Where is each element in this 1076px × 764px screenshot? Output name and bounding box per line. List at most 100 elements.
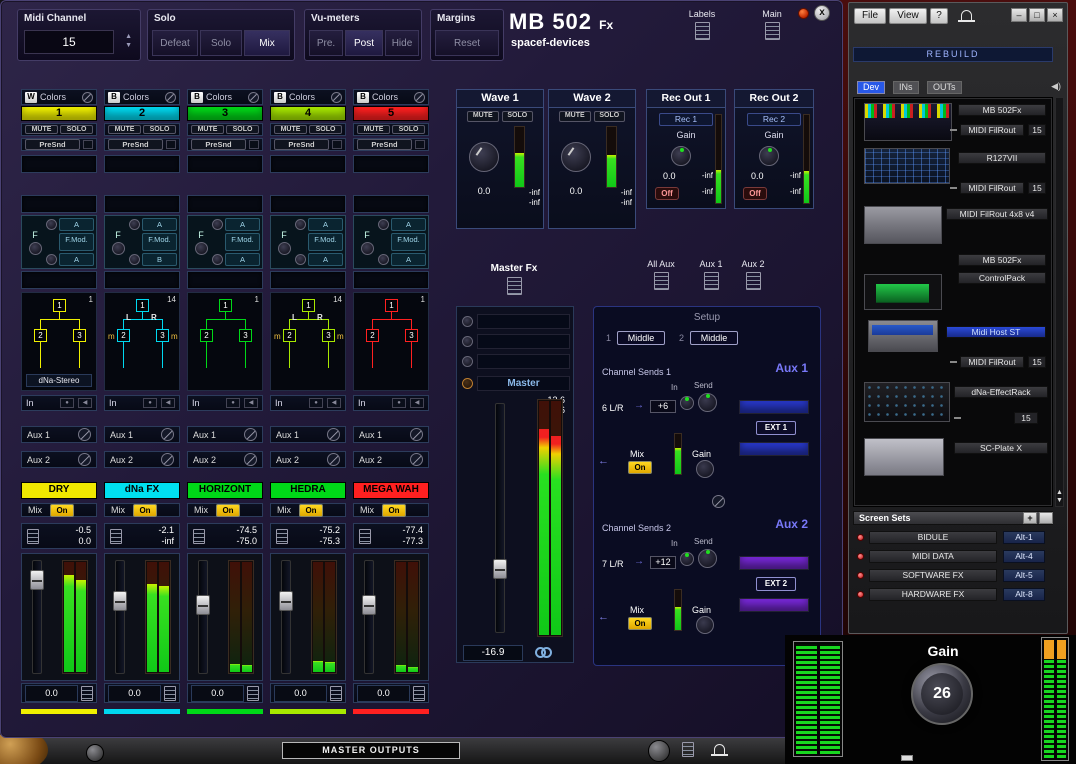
mute-button[interactable]: MUTE xyxy=(108,125,141,134)
fmod-button[interactable]: F.Mod. xyxy=(142,233,177,251)
mute-button[interactable]: MUTE xyxy=(559,111,591,122)
master-outputs-label[interactable]: MASTER OUTPUTS xyxy=(282,742,460,759)
presend-button[interactable]: PreSnd xyxy=(191,139,246,150)
insert-slot[interactable] xyxy=(187,155,263,173)
send-knob[interactable] xyxy=(698,549,717,568)
vu-pre-button[interactable]: Pre. xyxy=(309,30,343,56)
document-icon[interactable] xyxy=(110,529,122,544)
rec1-gain-knob[interactable] xyxy=(671,146,691,166)
channel-number[interactable]: 1 xyxy=(21,106,97,121)
amp-knob[interactable] xyxy=(129,254,140,265)
device-label[interactable]: MIDI FilRout xyxy=(960,182,1024,194)
labels-doc-icon[interactable] xyxy=(695,22,710,40)
amp-button[interactable]: A xyxy=(391,218,426,231)
route-node-1[interactable]: 1 xyxy=(53,299,66,312)
presend-button[interactable]: PreSnd xyxy=(274,139,329,150)
amp-knob[interactable] xyxy=(46,219,57,230)
close-icon[interactable]: x xyxy=(814,5,830,21)
margins-reset-button[interactable]: Reset xyxy=(435,30,499,56)
channel-number[interactable]: 5 xyxy=(353,106,429,121)
close-icon[interactable]: × xyxy=(1047,8,1063,22)
solo-button[interactable]: SOLO xyxy=(226,125,259,134)
help-menu-button[interactable]: ? xyxy=(930,8,948,24)
maximize-icon[interactable]: □ xyxy=(1029,8,1045,22)
tab-dev[interactable]: Dev xyxy=(857,81,885,94)
ext2-button[interactable]: EXT 2 xyxy=(756,577,796,591)
amp-button[interactable]: A xyxy=(308,218,343,231)
device-thumbnail[interactable] xyxy=(868,320,938,352)
device-thumbnail[interactable] xyxy=(864,274,942,310)
amp-knob[interactable] xyxy=(212,254,223,265)
aux2-knob[interactable] xyxy=(244,453,257,466)
insert-slot[interactable] xyxy=(477,354,570,369)
fader-track[interactable] xyxy=(115,560,125,674)
color-mode-badge[interactable]: B xyxy=(357,92,369,103)
gain-knob[interactable] xyxy=(696,616,714,634)
route-node-3[interactable]: 3 xyxy=(156,329,169,342)
window-menu-dot-icon[interactable] xyxy=(798,8,809,19)
aux-bus-bar[interactable] xyxy=(739,442,809,456)
bell-icon[interactable] xyxy=(714,744,725,754)
filter-knob[interactable] xyxy=(361,242,374,255)
wave1-volume-knob[interactable] xyxy=(469,142,499,172)
fmod-button[interactable]: F.Mod. xyxy=(59,233,94,251)
mix-on-toggle[interactable]: On xyxy=(216,504,240,517)
channel-name[interactable]: HORIZONT xyxy=(187,482,263,499)
amp-button[interactable]: A xyxy=(59,218,94,231)
color-mode-badge[interactable]: B xyxy=(191,92,203,103)
presend-button[interactable]: PreSnd xyxy=(357,139,412,150)
scroll-arrows-icon[interactable]: ▲▼ xyxy=(1055,489,1064,505)
channel-name[interactable]: DRY xyxy=(21,482,97,499)
amp-knob[interactable] xyxy=(129,219,140,230)
insert-knob[interactable] xyxy=(462,316,473,327)
device-label[interactable]: MIDI FilRout xyxy=(960,124,1024,136)
aux1-doc-icon[interactable] xyxy=(704,272,719,290)
disable-icon[interactable] xyxy=(82,92,93,103)
amp-button[interactable]: A xyxy=(391,253,426,266)
vu-hide-button[interactable]: Hide xyxy=(385,30,419,56)
screen-set-hardware-fx[interactable]: HARDWARE FX xyxy=(869,588,997,601)
insert-slot[interactable] xyxy=(270,271,346,289)
input-mode-icon[interactable]: ● xyxy=(226,398,240,408)
channel-number[interactable]: 2 xyxy=(104,106,180,121)
insert-slot[interactable] xyxy=(187,271,263,289)
add-screen-set-button[interactable]: + xyxy=(1023,512,1037,524)
wave2-volume-knob[interactable] xyxy=(561,142,591,172)
aux-bus-bar[interactable] xyxy=(739,556,809,570)
midi-channel-value[interactable]: 15 xyxy=(24,30,114,54)
disable-icon[interactable] xyxy=(248,92,259,103)
amp-button[interactable]: A xyxy=(225,253,260,266)
insert-slot[interactable] xyxy=(477,314,570,329)
insert-slot[interactable] xyxy=(104,271,180,289)
rebuild-button[interactable]: REBUILD xyxy=(853,47,1053,62)
master-label[interactable]: Master xyxy=(477,376,570,391)
device-value[interactable]: 15 xyxy=(1014,412,1038,424)
aux2-knob[interactable] xyxy=(161,453,174,466)
insert-slot[interactable] xyxy=(270,195,346,213)
disable-icon[interactable] xyxy=(712,495,725,508)
speaker-icon[interactable]: ◀ xyxy=(161,398,175,408)
device-label[interactable]: MIDI FilRout 4x8 v4 xyxy=(946,208,1048,220)
presend-button[interactable]: PreSnd xyxy=(108,139,163,150)
document-icon[interactable] xyxy=(247,686,259,701)
solo-button[interactable]: SOLO xyxy=(502,111,534,122)
route-node-2[interactable]: 2 xyxy=(283,329,296,342)
mute-button[interactable]: MUTE xyxy=(191,125,224,134)
screen-set-window-icon[interactable] xyxy=(1039,512,1053,524)
presend-indicator[interactable] xyxy=(83,140,93,149)
insert-slot[interactable] xyxy=(353,271,429,289)
insert-slot[interactable] xyxy=(21,195,97,213)
device-value[interactable]: 15 xyxy=(1028,124,1046,136)
document-icon[interactable] xyxy=(359,529,371,544)
amp-knob[interactable] xyxy=(378,254,389,265)
mix-on-toggle[interactable]: On xyxy=(50,504,74,517)
file-menu-button[interactable]: File xyxy=(854,8,886,24)
fader-handle[interactable] xyxy=(113,591,127,611)
insert-slot[interactable] xyxy=(187,195,263,213)
fader-handle[interactable] xyxy=(362,595,376,615)
insert-slot[interactable] xyxy=(21,271,97,289)
route-node-1[interactable]: 1 xyxy=(136,299,149,312)
filter-knob[interactable] xyxy=(195,242,208,255)
screen-set-midi-data[interactable]: MIDI DATA xyxy=(869,550,997,563)
route-node-2[interactable]: 2 xyxy=(34,329,47,342)
